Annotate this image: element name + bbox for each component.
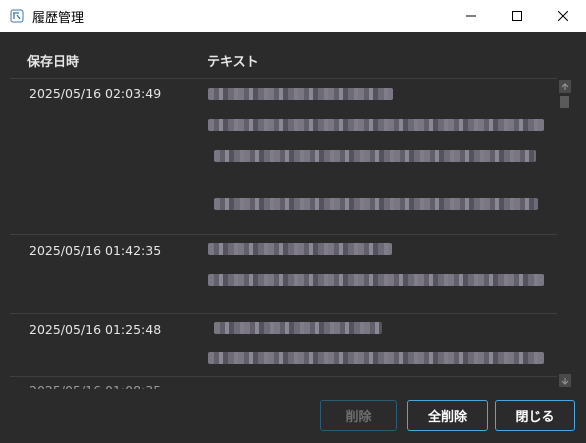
row-text-blurred xyxy=(208,274,544,286)
delete-button[interactable]: 削除 xyxy=(320,400,397,431)
row-date[interactable]: 2025/05/16 01:42:35 xyxy=(29,243,161,258)
close-button[interactable]: 閉じる xyxy=(495,400,575,431)
close-icon xyxy=(558,11,568,21)
column-header-date[interactable]: 保存日時 xyxy=(27,51,79,70)
row-date-partial[interactable]: 2025/05/16 01:08:35 xyxy=(29,383,161,389)
arrow-down-icon xyxy=(561,377,569,385)
row-text-blurred xyxy=(208,243,392,255)
title-bar[interactable]: 履歴管理 xyxy=(0,0,586,32)
row-text-blurred xyxy=(208,352,544,364)
row-text-blurred xyxy=(214,322,382,334)
scroll-up-button[interactable] xyxy=(559,80,571,93)
delete-all-button[interactable]: 全削除 xyxy=(407,400,488,431)
scroll-down-button[interactable] xyxy=(559,374,571,387)
app-icon xyxy=(10,9,24,23)
row-separator xyxy=(10,234,557,235)
header-separator xyxy=(10,78,557,79)
minimize-button[interactable] xyxy=(448,0,494,32)
column-header-text[interactable]: テキスト xyxy=(207,51,259,70)
maximize-button[interactable] xyxy=(494,0,540,32)
maximize-icon xyxy=(512,11,522,21)
row-text-blurred xyxy=(208,119,544,131)
close-window-button[interactable] xyxy=(540,0,586,32)
vertical-scrollbar[interactable] xyxy=(557,80,571,389)
row-date[interactable]: 2025/05/16 01:25:48 xyxy=(29,322,161,337)
arrow-up-icon xyxy=(561,82,569,90)
row-date[interactable]: 2025/05/16 02:03:49 xyxy=(29,86,161,101)
row-text-blurred xyxy=(214,150,536,162)
minimize-icon xyxy=(466,15,476,17)
list-header: 保存日時 テキスト xyxy=(0,32,586,78)
window-title: 履歴管理 xyxy=(32,10,85,26)
history-window: 履歴管理 保存日時 テキスト 2025/05/16 02:03:49 2025/… xyxy=(0,0,586,443)
row-separator xyxy=(10,313,557,314)
scrollbar-thumb[interactable] xyxy=(560,96,569,108)
row-separator xyxy=(10,376,557,377)
row-text-blurred xyxy=(208,88,393,100)
row-text-blurred xyxy=(214,198,538,210)
